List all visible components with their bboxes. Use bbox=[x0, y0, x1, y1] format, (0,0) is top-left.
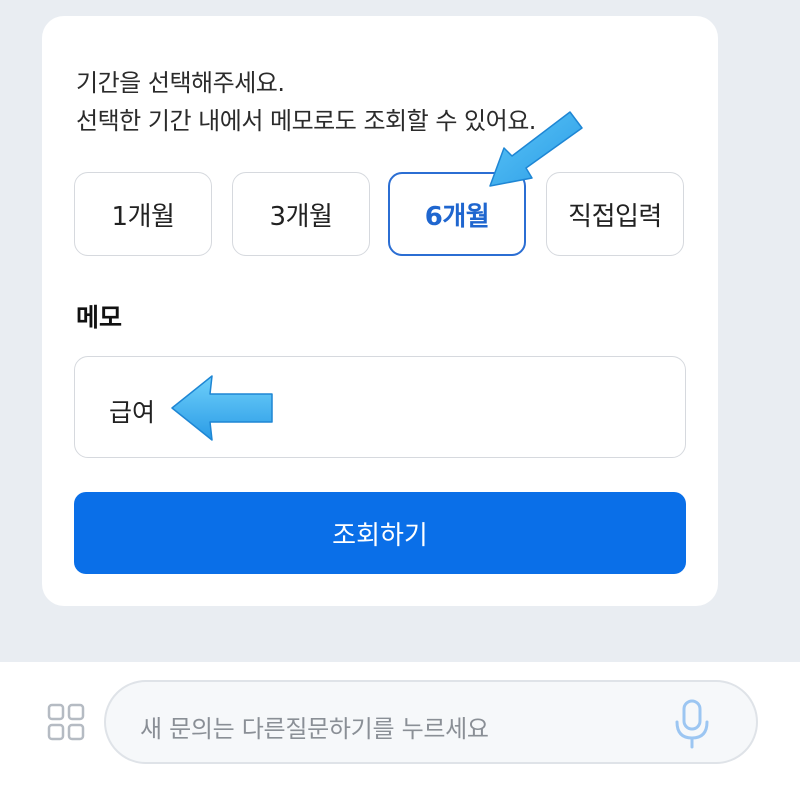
memo-label: 메모 bbox=[76, 303, 123, 332]
instruction-line-2: 선택한 기간 내에서 메모로도 조회할 수 있어요. bbox=[76, 107, 536, 135]
pointer-arrow-icon bbox=[489, 111, 583, 187]
grid-menu-icon[interactable] bbox=[46, 702, 86, 742]
period-1-month-button[interactable]: 1개월 bbox=[74, 172, 212, 256]
chat-placeholder: 새 문의는 다른질문하기를 누르세요 bbox=[140, 715, 489, 743]
instruction-line-1: 기간을 선택해주세요. bbox=[76, 69, 285, 97]
period-query-card: 기간을 선택해주세요. 선택한 기간 내에서 메모로도 조회할 수 있어요. 1… bbox=[42, 16, 718, 606]
microphone-icon[interactable] bbox=[672, 698, 712, 750]
instruction-text: 기간을 선택해주세요. 선택한 기간 내에서 메모로도 조회할 수 있어요. bbox=[76, 64, 536, 140]
period-3-month-button[interactable]: 3개월 bbox=[232, 172, 370, 256]
memo-input-value: 급여 bbox=[109, 398, 156, 427]
pointer-arrow-icon bbox=[171, 375, 273, 441]
chat-input-bar: 새 문의는 다른질문하기를 누르세요 bbox=[0, 662, 800, 790]
period-options: 1개월 3개월 6개월 직접입력 bbox=[74, 172, 686, 258]
search-button[interactable]: 조회하기 bbox=[74, 492, 686, 574]
chat-message-input[interactable]: 새 문의는 다른질문하기를 누르세요 bbox=[104, 680, 758, 764]
